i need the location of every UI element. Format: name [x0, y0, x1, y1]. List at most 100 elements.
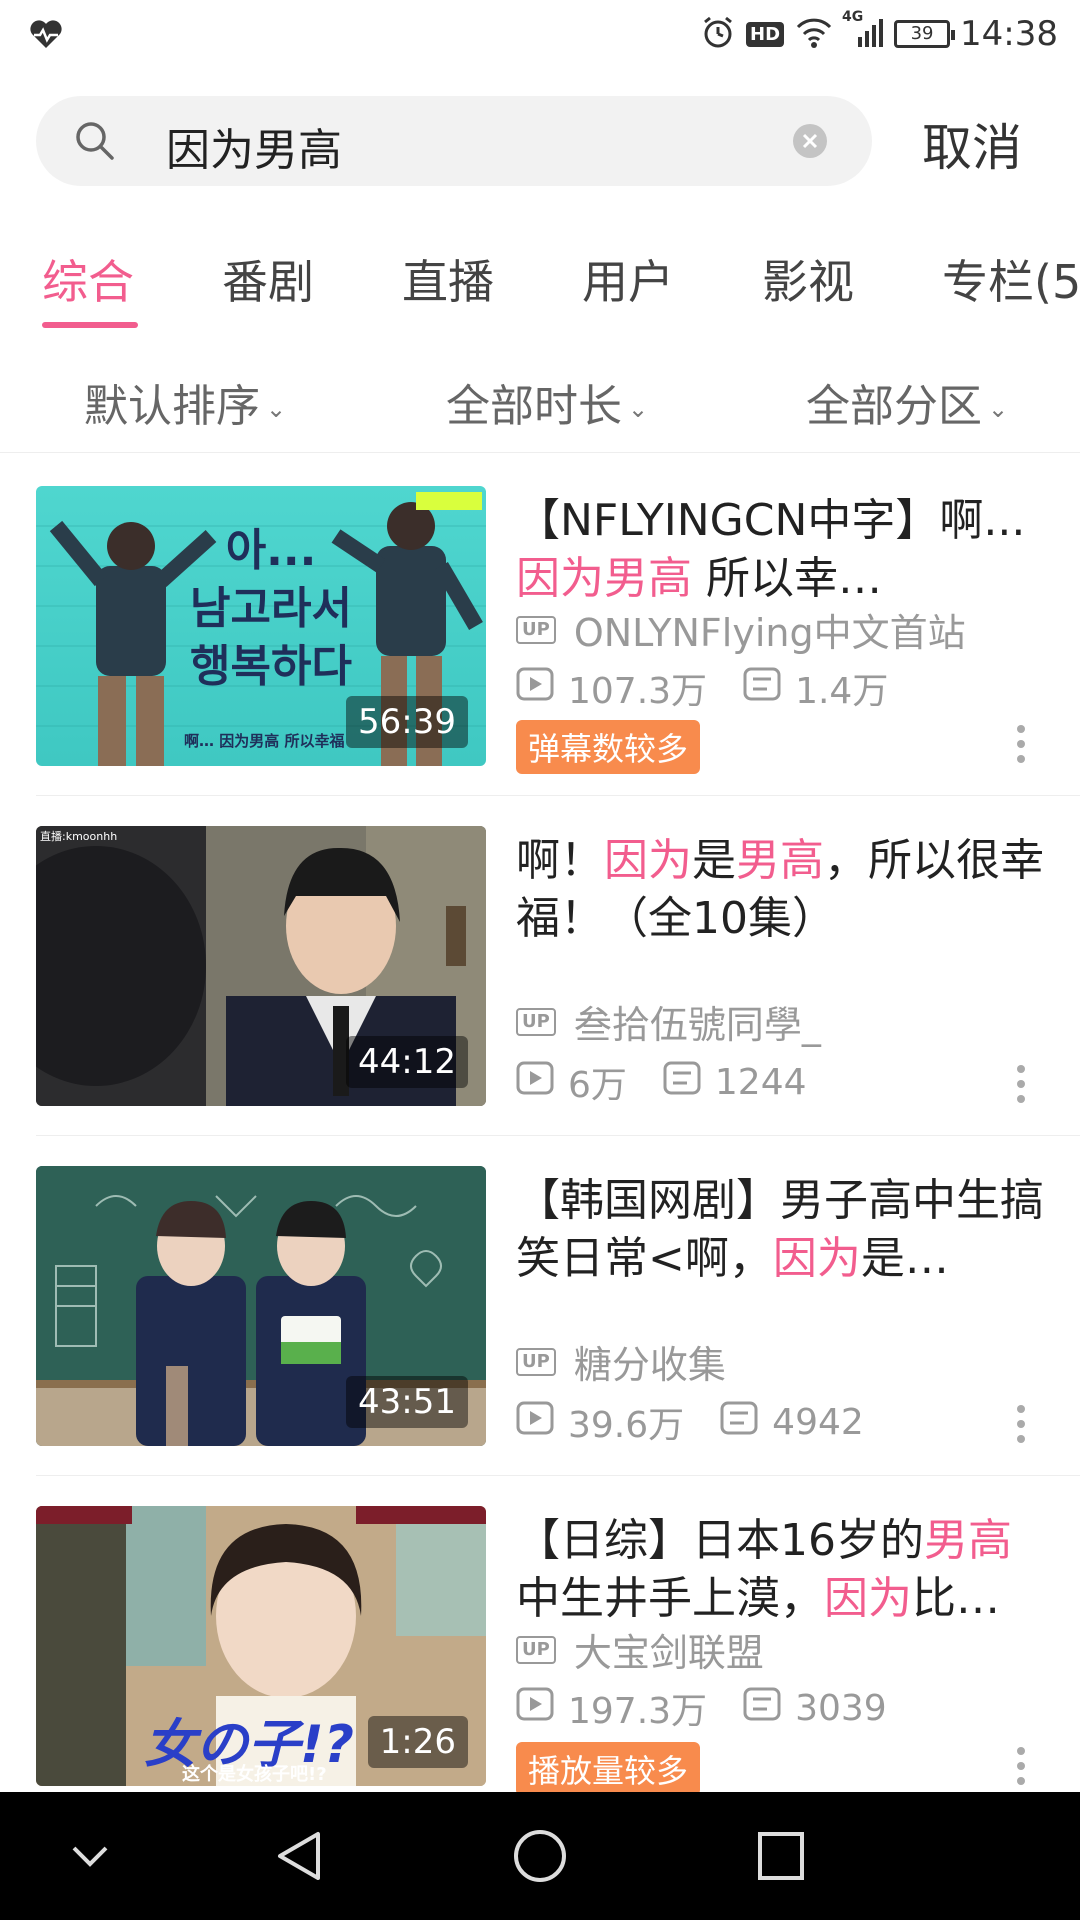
- tab-articles[interactable]: 专栏(5: [942, 246, 1080, 312]
- video-item[interactable]: 43:51 【韩国网剧】男子高中生搞笑日常<啊，因为是… UP 糖分收集 39.6…: [0, 1136, 1080, 1476]
- video-duration: 1:26: [367, 1716, 468, 1768]
- danmaku-icon: [743, 1687, 781, 1730]
- video-title[interactable]: 啊！因为是男高，所以很幸福！（全10集）: [516, 832, 1046, 948]
- uploader-row[interactable]: UP 叁拾伍號同學_: [516, 994, 821, 1049]
- thumbnail-corner-text: 直播:kmoonhh: [40, 830, 118, 843]
- video-stats: 39.6万 4942: [516, 1396, 900, 1448]
- search-row: 因为男高 取消: [0, 96, 1080, 186]
- up-badge-icon: UP: [516, 1007, 556, 1036]
- title-highlight: 男高: [924, 1515, 1012, 1566]
- title-highlight: 因为男高: [516, 553, 692, 604]
- collapse-nav-icon[interactable]: [70, 1828, 110, 1888]
- play-count-icon: [516, 1401, 554, 1444]
- view-count: 39.6万: [568, 1405, 685, 1446]
- play-count-icon: [516, 1061, 554, 1104]
- chevron-down-icon: ⌄: [988, 395, 1009, 423]
- cancel-button[interactable]: 取消: [922, 108, 1022, 180]
- battery-level: 39: [910, 23, 934, 44]
- uploader-name: 大宝剑联盟: [573, 1631, 764, 1675]
- video-item[interactable]: 아... 남고라서 행복하다 啊… 因为男高 所以幸福 56:39 【NFLYI…: [0, 456, 1080, 796]
- video-tag: 弹幕数较多: [516, 720, 701, 774]
- video-item[interactable]: 直播:kmoonhh 44:12 啊！因为是男高，所以很幸福！（全10集） UP…: [0, 796, 1080, 1136]
- video-duration: 44:12: [346, 1036, 468, 1088]
- view-count: 197.3万: [568, 1691, 708, 1732]
- cellular-signal-icon: 4G: [842, 9, 884, 53]
- danmaku-count: 4942: [772, 1401, 864, 1443]
- category-filter-label: 全部分区: [806, 381, 982, 432]
- filter-bar: 默认排序 ⌄ 全部时长 ⌄ 全部分区 ⌄: [0, 360, 1080, 453]
- tab-live[interactable]: 直播: [402, 246, 494, 312]
- more-options-icon[interactable]: [1016, 1064, 1026, 1108]
- system-nav-bar: [0, 1792, 1080, 1920]
- tab-users[interactable]: 用户: [582, 246, 674, 312]
- active-tab-indicator: [42, 322, 138, 328]
- up-badge-icon: UP: [516, 615, 556, 644]
- wifi-icon: [794, 15, 834, 53]
- video-duration: 56:39: [346, 696, 468, 748]
- title-segment: 【日综】日本16岁的: [516, 1515, 924, 1566]
- title-segment: 中生井手上漠，: [516, 1573, 824, 1624]
- video-stats: 197.3万 3039: [516, 1682, 923, 1734]
- tab-bangumi[interactable]: 番剧: [222, 246, 314, 312]
- search-query: 因为男高: [166, 125, 342, 176]
- play-count-icon: [516, 667, 554, 710]
- chevron-down-icon: ⌄: [628, 395, 649, 423]
- title-highlight: 因为: [824, 1573, 912, 1624]
- view-count: 107.3万: [568, 671, 708, 712]
- video-duration: 43:51: [346, 1376, 468, 1428]
- video-thumbnail[interactable]: 女の子!? 这个是女孩子吧!? 1:26: [36, 1506, 486, 1786]
- title-segment: 【NFLYINGCN中字】啊...: [516, 495, 1026, 546]
- title-highlight: 因为: [772, 1233, 861, 1284]
- title-highlight: 男高: [736, 835, 824, 886]
- title-segment: 是: [692, 835, 736, 886]
- home-icon[interactable]: [512, 1828, 568, 1888]
- uploader-row[interactable]: UP 大宝剑联盟: [516, 1622, 764, 1677]
- battery-icon: 39: [894, 20, 956, 48]
- video-thumbnail[interactable]: 43:51: [36, 1166, 486, 1446]
- sort-filter-label: 默认排序: [84, 381, 260, 432]
- uploader-row[interactable]: UP 糖分收集: [516, 1334, 726, 1389]
- title-segment: 比…: [912, 1573, 1000, 1624]
- video-title[interactable]: 【韩国网剧】男子高中生搞笑日常<啊，因为是…: [516, 1172, 1046, 1288]
- back-icon[interactable]: [276, 1828, 324, 1888]
- up-badge-icon: UP: [516, 1635, 556, 1664]
- health-icon: [28, 16, 64, 56]
- up-badge-icon: UP: [516, 1347, 556, 1376]
- hd-badge: HD: [746, 21, 785, 47]
- chevron-down-icon: ⌄: [266, 395, 287, 423]
- uploader-row[interactable]: UP ONLYNFlying中文首站: [516, 602, 966, 657]
- clock: 14:38: [960, 14, 1058, 54]
- more-options-icon[interactable]: [1016, 1746, 1026, 1790]
- more-options-icon[interactable]: [1016, 1404, 1026, 1448]
- category-filter[interactable]: 全部分区 ⌄: [806, 370, 1008, 434]
- danmaku-count: 1.4万: [795, 671, 889, 712]
- title-segment: 啊！: [516, 835, 604, 886]
- danmaku-icon: [663, 1061, 701, 1104]
- duration-filter[interactable]: 全部时长 ⌄: [446, 370, 648, 434]
- title-segment: 所以幸…: [692, 553, 882, 604]
- play-count-icon: [516, 1687, 554, 1730]
- video-thumbnail[interactable]: 直播:kmoonhh 44:12: [36, 826, 486, 1106]
- network-type: 4G: [842, 9, 864, 25]
- video-thumbnail[interactable]: 아... 남고라서 행복하다 啊… 因为男高 所以幸福 56:39: [36, 486, 486, 766]
- tab-film-tv[interactable]: 影视: [762, 246, 854, 312]
- video-title[interactable]: 【NFLYINGCN中字】啊... 因为男高 所以幸…: [516, 492, 1046, 608]
- video-item[interactable]: 女の子!? 这个是女孩子吧!? 1:26 【日综】日本16岁的男高中生井手上漠，…: [0, 1476, 1080, 1816]
- sort-filter[interactable]: 默认排序 ⌄: [84, 370, 286, 434]
- search-input[interactable]: 因为男高: [36, 96, 872, 186]
- video-stats: 107.3万 1.4万: [516, 662, 924, 714]
- recent-apps-icon[interactable]: [756, 1828, 806, 1888]
- tab-all[interactable]: 综合: [42, 246, 134, 312]
- video-title[interactable]: 【日综】日本16岁的男高中生井手上漠，因为比…: [516, 1512, 1046, 1628]
- video-stats: 6万 1244: [516, 1056, 843, 1108]
- danmaku-count: 3039: [795, 1687, 887, 1729]
- search-result-tabs: 综合 番剧 直播 用户 影视 专栏(5: [0, 236, 1080, 336]
- danmaku-icon: [743, 667, 781, 710]
- more-options-icon[interactable]: [1016, 724, 1026, 768]
- uploader-name: ONLYNFlying中文首站: [573, 611, 966, 655]
- uploader-name: 叁拾伍號同學_: [573, 1003, 821, 1047]
- danmaku-icon: [720, 1401, 758, 1444]
- title-segment: 是…: [860, 1233, 949, 1284]
- thumbnail-caption: 这个是女孩子吧!?: [182, 1764, 327, 1785]
- clear-search-icon[interactable]: [792, 123, 828, 163]
